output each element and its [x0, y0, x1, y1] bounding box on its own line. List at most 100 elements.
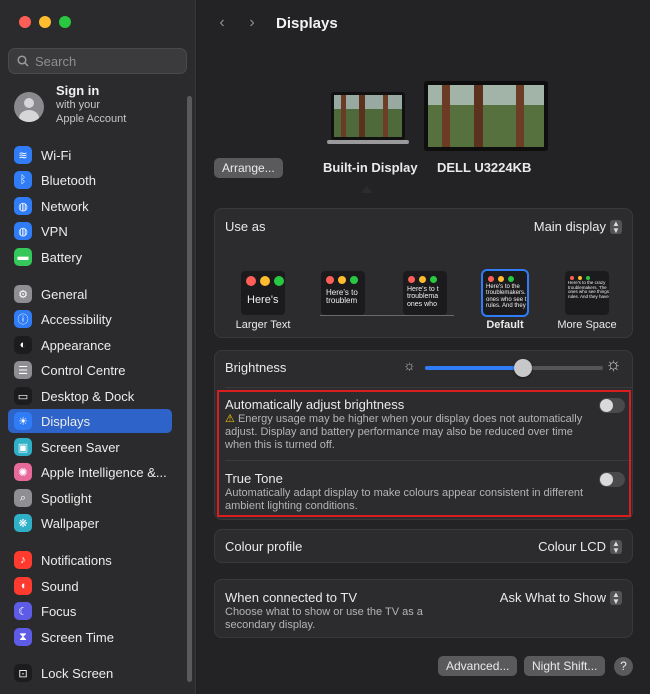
minimize-window-button[interactable] — [39, 16, 51, 28]
vpn-icon: ◍ — [14, 222, 32, 240]
sidebar: Sign in with your Apple Account ≋Wi-FiᛒB… — [0, 0, 196, 694]
sidebar-item-battery[interactable]: ▬ Battery — [8, 245, 172, 269]
sun-large-icon: ☼ — [605, 354, 622, 374]
sidebar-item-control-centre[interactable]: ☰ Control Centre — [8, 358, 172, 382]
colour-profile-label: Colour profile — [225, 539, 303, 554]
forward-icon[interactable]: › — [242, 14, 262, 32]
avatar — [14, 92, 44, 122]
tv-popup[interactable]: Ask What to Show ▲ ▼ — [500, 590, 622, 605]
resolution-preview-text: Here's to the troublemakers. ones who se… — [486, 284, 527, 309]
search-field[interactable] — [8, 48, 187, 74]
colour-profile-panel: Colour profile Colour LCD ▲ ▼ — [214, 529, 633, 563]
builtin-display-label[interactable]: Built-in Display — [323, 160, 418, 175]
sidebar-item-spotlight[interactable]: ⌕ Spotlight — [8, 486, 172, 510]
sidebar-item-label: Screen Time — [41, 629, 114, 645]
resolution-preview-text: Here's to troublem — [326, 288, 358, 306]
sidebar-item-appearance[interactable]: ◐ Appearance — [8, 333, 172, 357]
sidebar-item-label: Accessibility — [41, 311, 112, 327]
brightness-slider-knob[interactable] — [513, 359, 532, 377]
resolution-option-4[interactable]: Here's to the troublemakers. ones who se… — [483, 271, 527, 315]
close-window-button[interactable] — [19, 16, 31, 28]
sidebar-item-screen-time[interactable]: ⧗ Screen Time — [8, 625, 172, 649]
appearance-icon: ◐ — [14, 336, 32, 354]
sidebar-item-label: Sound — [41, 578, 79, 594]
sidebar-item-wallpaper[interactable]: ❋ Wallpaper — [8, 511, 172, 535]
title-bar: ‹ › Displays — [197, 12, 650, 34]
help-button[interactable]: ? — [614, 657, 633, 676]
sidebar-item-label: Displays — [41, 413, 91, 429]
tv-value: Ask What to Show — [499, 590, 606, 605]
external-display-thumbnail[interactable] — [424, 81, 548, 151]
sidebar-item-wi-fi[interactable]: ≋ Wi-Fi — [8, 143, 172, 167]
external-display-label[interactable]: DELL U3224KB — [437, 160, 531, 175]
accessibility-icon: ⓘ — [14, 310, 32, 328]
sidebar-scrollbar[interactable] — [187, 96, 192, 682]
apple-account-signin[interactable]: Sign in with your Apple Account — [14, 84, 126, 126]
highlight-box — [217, 390, 631, 517]
sidebar-item-label: Wi-Fi — [41, 147, 72, 163]
search-icon — [17, 55, 29, 67]
brightness-divider — [225, 387, 632, 388]
moon-icon: ☾ — [14, 602, 32, 620]
resolution-option-label: More Space — [557, 319, 617, 331]
colour-profile-popup[interactable]: Colour LCD ▲ ▼ — [538, 539, 622, 554]
resolution-option-3[interactable]: Here's to t troublema ones who — [403, 271, 447, 315]
back-icon[interactable]: ‹ — [212, 14, 232, 32]
advanced-button[interactable]: Advanced... — [438, 656, 518, 676]
sidebar-item-displays[interactable]: ☀ Displays — [8, 409, 172, 433]
sidebar-item-sound[interactable]: ◖ Sound — [8, 574, 172, 598]
resolution-track — [320, 315, 454, 316]
resolution-option-1[interactable]: Here's — [241, 271, 285, 315]
battery-icon: ▬ — [14, 248, 32, 266]
apple-intelligence-icon: ✺ — [14, 463, 32, 481]
magnifier-icon: ⌕ — [14, 489, 32, 507]
resolution-preview-text: Here's to t troublema ones who — [407, 286, 439, 308]
brightness-slider[interactable] — [425, 359, 603, 377]
sidebar-item-desktop-dock[interactable]: ▭ Desktop & Dock — [8, 384, 172, 408]
window-dots-icon — [326, 276, 358, 284]
zoom-window-button[interactable] — [59, 16, 71, 28]
sidebar-item-label: Desktop & Dock — [41, 388, 135, 404]
resolution-preview-text: Here's to the crazy troublemakers. The o… — [568, 280, 609, 300]
sidebar-item-bluetooth[interactable]: ᛒ Bluetooth — [8, 168, 172, 192]
brightness-slider-fill — [425, 366, 523, 370]
window-dots-icon — [408, 276, 437, 283]
sidebar-item-label: Apple Intelligence &... — [41, 464, 167, 480]
sidebar-item-notifications[interactable]: ♪ Notifications — [8, 548, 172, 572]
sidebar-item-label: VPN — [41, 223, 68, 239]
sidebar-item-label: Battery — [41, 249, 83, 265]
sun-icon: ☀ — [14, 412, 32, 430]
resolution-option-label: Default — [486, 319, 524, 331]
search-input[interactable] — [35, 53, 175, 69]
sidebar-item-screen-saver[interactable]: ▣ Screen Saver — [8, 435, 172, 459]
bluetooth-icon: ᛒ — [14, 171, 32, 189]
globe-icon: ◍ — [14, 197, 32, 215]
sidebar-item-general[interactable]: ⚙ General — [8, 282, 172, 306]
sidebar-item-label: Appearance — [41, 337, 112, 353]
tv-note: Choose what to show or use the TV as a s… — [225, 606, 423, 631]
sidebar-item-accessibility[interactable]: ⓘ Accessibility — [8, 307, 172, 331]
sidebar-item-focus[interactable]: ☾ Focus — [8, 599, 172, 623]
sidebar-item-label: Bluetooth — [41, 172, 96, 188]
hourglass-icon: ⧗ — [14, 628, 32, 646]
sidebar-item-network[interactable]: ◍ Network — [8, 194, 172, 218]
resolution-option-label: Larger Text — [235, 319, 291, 331]
sidebar-item-label: Network — [41, 198, 89, 214]
wallpaper-icon: ❋ — [14, 514, 32, 532]
resolution-option-5[interactable]: Here's to the crazy troublemakers. The o… — [565, 271, 609, 315]
chevron-updown-icon: ▲ ▼ — [610, 219, 622, 234]
night-shift-button[interactable]: Night Shift... — [524, 656, 606, 676]
resolution-option-2[interactable]: Here's to troublem — [321, 271, 365, 315]
sidebar-item-label: Lock Screen — [41, 665, 114, 681]
sidebar-item-lock-screen[interactable]: ⊡ Lock Screen — [8, 661, 172, 685]
use-as-value: Main display — [533, 219, 606, 234]
sidebar-item-vpn[interactable]: ◍ VPN — [8, 219, 172, 243]
resolution-preview-text: Here's — [247, 294, 279, 306]
arrange-button[interactable]: Arrange... — [214, 158, 283, 178]
sidebar-item-label: General — [41, 286, 88, 302]
sidebar-item-apple-intelligence[interactable]: ✺ Apple Intelligence &... — [8, 460, 172, 484]
use-as-popup[interactable]: Main display ▲ ▼ — [534, 219, 622, 234]
wifi-icon: ≋ — [14, 146, 32, 164]
builtin-display-thumbnail[interactable] — [327, 90, 409, 148]
dock-icon: ▭ — [14, 387, 32, 405]
